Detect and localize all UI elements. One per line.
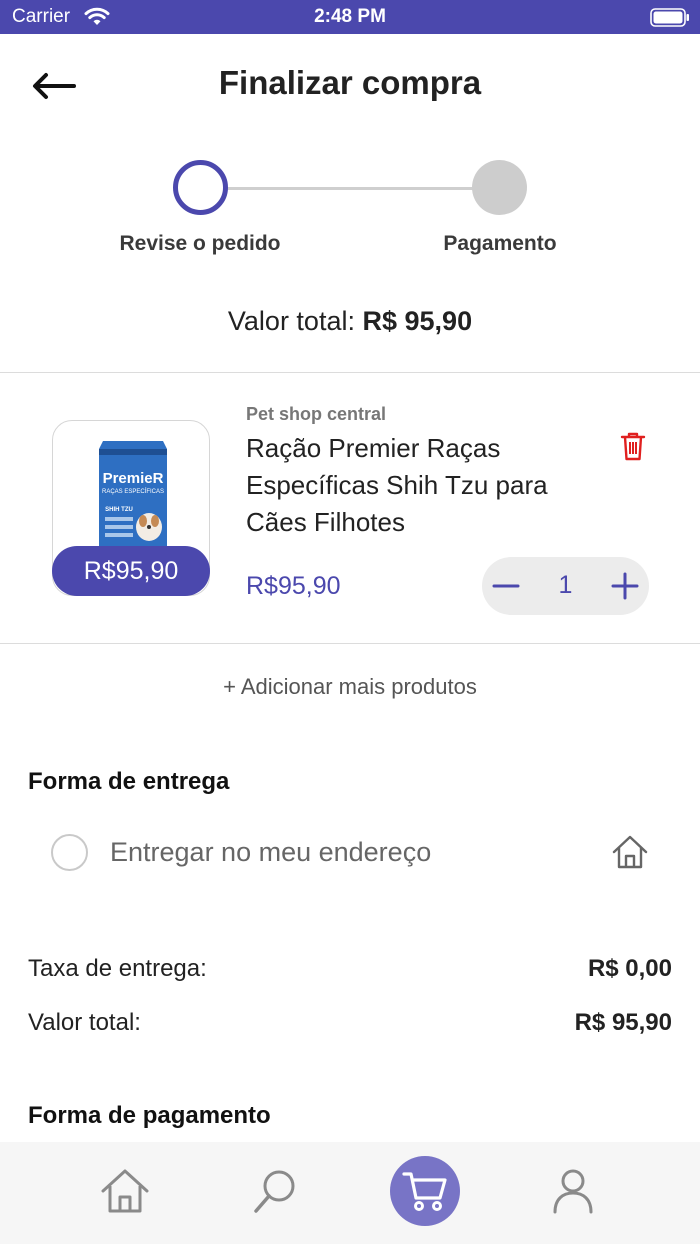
increase-quantity-button[interactable] xyxy=(607,568,643,604)
order-total-summary: Valor total: R$ 95,90 xyxy=(0,306,700,337)
search-icon xyxy=(254,1170,295,1213)
step-label-review: Revise o pedido xyxy=(119,232,281,255)
decrease-quantity-button[interactable] xyxy=(488,568,524,604)
grand-total-label: Valor total: xyxy=(28,1009,141,1036)
add-more-products-button[interactable]: + Adicionar mais produtos xyxy=(0,674,700,700)
stepper-connector xyxy=(226,187,474,190)
product-image-subtitle: RAÇAS ESPECÍFICAS xyxy=(102,488,164,495)
delivery-option-home[interactable]: Entregar no meu endereço xyxy=(40,820,670,884)
product-image: PremieR RAÇAS ESPECÍFICAS SHIH TZU xyxy=(99,441,167,547)
checkout-stepper: Revise o pedido Pagamento xyxy=(0,160,700,270)
delivery-fee-label: Taxa de entrega: xyxy=(28,955,207,982)
trash-icon xyxy=(620,432,646,461)
product-thumb-price-badge: R$95,90 xyxy=(52,546,210,596)
delivery-section-title: Forma de entrega xyxy=(28,768,230,795)
grand-total-value: R$ 95,90 xyxy=(574,1009,672,1036)
product-image-brand: PremieR xyxy=(103,470,164,487)
quantity-stepper: 1 xyxy=(482,557,649,615)
minus-icon xyxy=(492,584,520,588)
page-title: Finalizar compra xyxy=(218,64,482,101)
product-name: Ração Premier Raças Específicas Shih Tzu… xyxy=(246,433,548,537)
product-price: R$95,90 xyxy=(246,572,341,600)
product-image-breed: SHIH TZU xyxy=(105,507,133,513)
step-indicator-review xyxy=(173,160,228,215)
remove-item-button[interactable] xyxy=(618,430,648,462)
tab-home[interactable] xyxy=(90,1156,160,1226)
payment-section-title: Forma de pagamento xyxy=(28,1102,271,1129)
cart-icon xyxy=(402,1172,447,1211)
step-indicator-payment xyxy=(472,160,527,215)
delivery-radio[interactable] xyxy=(51,834,88,871)
clock: 2:48 PM xyxy=(314,6,386,27)
delivery-fee-value: R$ 0,00 xyxy=(587,955,672,982)
battery-icon xyxy=(650,8,689,27)
delivery-option-label: Entregar no meu endereço xyxy=(110,837,432,867)
tab-cart[interactable] xyxy=(390,1156,460,1226)
step-label-payment: Pagamento xyxy=(443,232,557,255)
user-icon xyxy=(553,1169,593,1214)
order-total-label: Valor total: xyxy=(227,306,355,336)
order-total-value: R$ 95,90 xyxy=(362,306,473,336)
plus-icon xyxy=(611,572,639,600)
store-name: Pet shop central xyxy=(246,404,387,424)
status-bar: Carrier 2:48 PM xyxy=(0,0,700,34)
cart-tab-bubble xyxy=(390,1156,460,1226)
tab-profile[interactable] xyxy=(538,1156,608,1226)
bottom-tab-bar xyxy=(0,1142,700,1244)
tab-search[interactable] xyxy=(240,1156,310,1226)
home-icon xyxy=(101,1169,149,1213)
divider xyxy=(0,643,700,644)
quantity-value: 1 xyxy=(558,571,573,599)
home-icon xyxy=(612,835,648,869)
divider xyxy=(0,372,700,373)
